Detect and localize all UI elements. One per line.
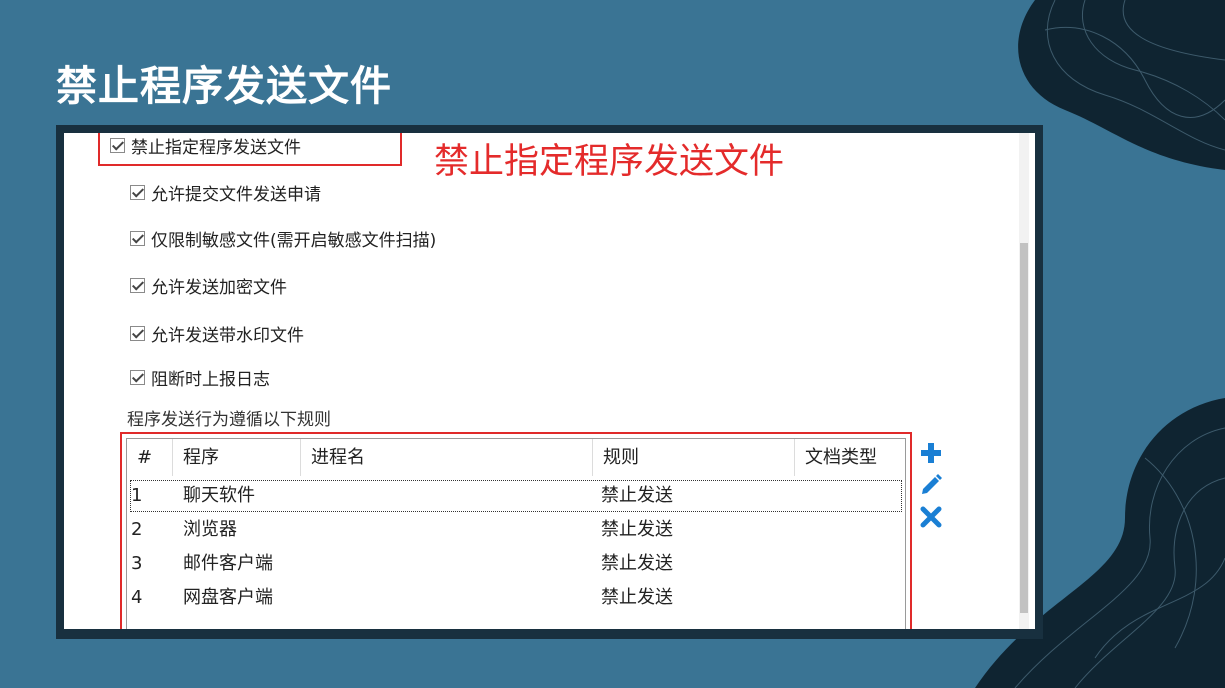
row-program: 邮件客户端 bbox=[183, 553, 273, 574]
option-label: 阻断时上报日志 bbox=[151, 370, 270, 390]
table-row[interactable]: 3 邮件客户端 禁止发送 bbox=[127, 547, 905, 581]
edit-icon[interactable] bbox=[919, 473, 943, 497]
screenshot-frame: 禁止指定程序发送文件 禁止指定程序发送文件 允许提交文件发送申请 仅限制敏感文件… bbox=[56, 125, 1043, 639]
row-program: 网盘客户端 bbox=[183, 587, 273, 608]
option-report-log[interactable]: 阻断时上报日志 bbox=[130, 365, 270, 390]
rules-table-highlight: # 程序 进程名 规则 文档类型 1 聊天软件 禁止发送 2 浏览器 禁止发送 bbox=[120, 432, 912, 629]
checkbox-checked-icon[interactable] bbox=[130, 231, 145, 246]
slide-title: 禁止程序发送文件 bbox=[56, 62, 392, 110]
row-program: 聊天软件 bbox=[183, 485, 255, 506]
option-sensitive-only[interactable]: 仅限制敏感文件(需开启敏感文件扫描) bbox=[130, 226, 436, 251]
row-index: 4 bbox=[131, 587, 143, 608]
row-rule: 禁止发送 bbox=[601, 587, 673, 608]
checkbox-checked-icon[interactable] bbox=[130, 185, 145, 200]
column-header-program[interactable]: 程序 bbox=[173, 439, 301, 476]
checkbox-checked-icon[interactable] bbox=[130, 278, 145, 293]
row-program: 浏览器 bbox=[183, 519, 237, 540]
settings-panel: 禁止指定程序发送文件 禁止指定程序发送文件 允许提交文件发送申请 仅限制敏感文件… bbox=[64, 133, 1035, 629]
option-label: 仅限制敏感文件(需开启敏感文件扫描) bbox=[151, 231, 437, 251]
checkbox-checked-icon[interactable] bbox=[130, 326, 145, 341]
row-index: 2 bbox=[131, 519, 143, 540]
table-actions bbox=[919, 441, 943, 537]
option-label: 允许发送加密文件 bbox=[151, 278, 287, 298]
table-row[interactable]: 1 聊天软件 禁止发送 bbox=[129, 479, 903, 513]
row-index: 3 bbox=[131, 553, 143, 574]
column-header-rule[interactable]: 规则 bbox=[593, 439, 795, 476]
checkbox-checked-icon[interactable] bbox=[130, 370, 145, 385]
row-rule: 禁止发送 bbox=[601, 519, 673, 540]
option-allow-request[interactable]: 允许提交文件发送申请 bbox=[130, 180, 321, 205]
delete-icon[interactable] bbox=[919, 505, 943, 529]
rules-table[interactable]: # 程序 进程名 规则 文档类型 1 聊天软件 禁止发送 2 浏览器 禁止发送 bbox=[126, 438, 906, 629]
table-row[interactable]: 4 网盘客户端 禁止发送 bbox=[127, 581, 905, 615]
scrollbar-thumb[interactable] bbox=[1020, 243, 1028, 613]
column-header-process[interactable]: 进程名 bbox=[301, 439, 593, 476]
column-header-doc-type[interactable]: 文档类型 bbox=[795, 439, 905, 476]
annotation-text: 禁止指定程序发送文件 bbox=[434, 142, 785, 182]
table-row[interactable]: 2 浏览器 禁止发送 bbox=[127, 513, 905, 547]
option-label: 允许发送带水印文件 bbox=[151, 326, 304, 346]
option-allow-encrypted[interactable]: 允许发送加密文件 bbox=[130, 273, 287, 298]
column-header-index[interactable]: # bbox=[127, 439, 173, 476]
vertical-scrollbar[interactable] bbox=[1019, 133, 1029, 629]
row-index: 1 bbox=[131, 485, 143, 506]
table-header: # 程序 进程名 规则 文档类型 bbox=[127, 439, 905, 476]
highlight-box-main-option bbox=[98, 133, 402, 166]
option-label: 允许提交文件发送申请 bbox=[151, 185, 321, 205]
option-allow-watermark[interactable]: 允许发送带水印文件 bbox=[130, 321, 304, 346]
add-icon[interactable] bbox=[919, 441, 943, 465]
rules-label: 程序发送行为遵循以下规则 bbox=[127, 410, 331, 430]
row-rule: 禁止发送 bbox=[601, 485, 673, 506]
row-rule: 禁止发送 bbox=[601, 553, 673, 574]
